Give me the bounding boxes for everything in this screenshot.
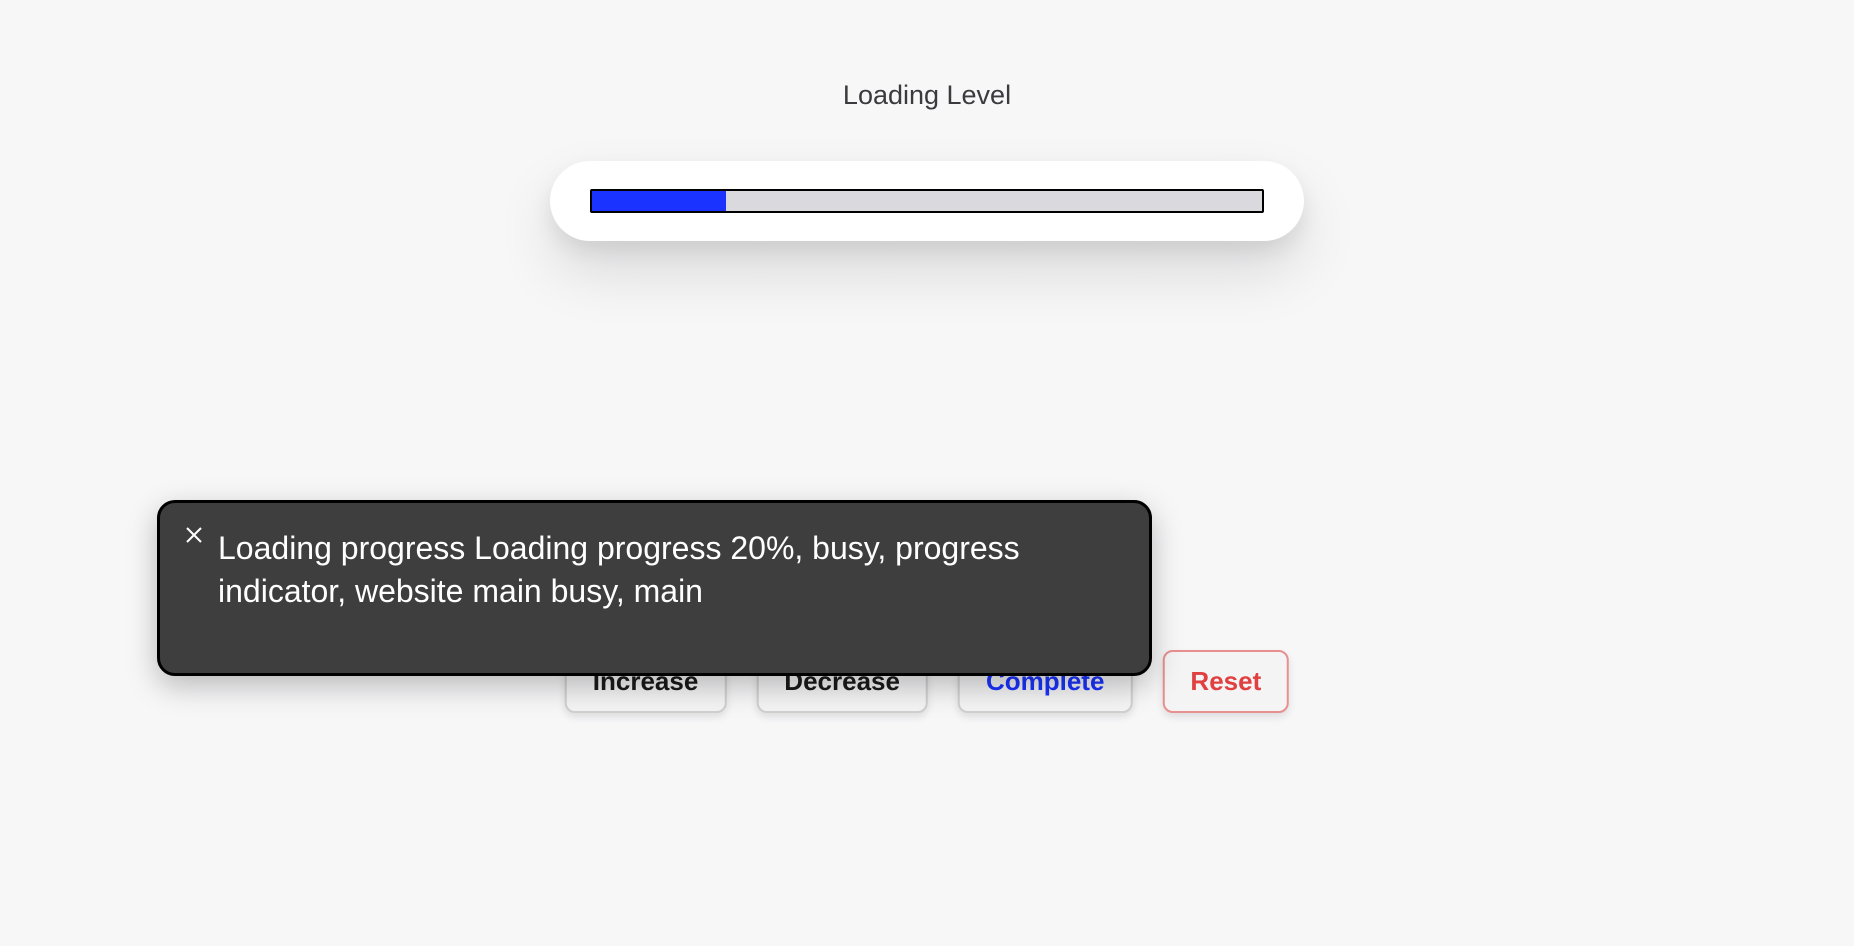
progress-bar-fill (592, 191, 726, 211)
main-container: Loading Level Increase Decrease Complete… (0, 0, 1854, 946)
close-icon[interactable] (182, 523, 206, 547)
page-title: Loading Level (843, 80, 1011, 111)
tooltip-text: Loading progress Loading progress 20%, b… (218, 527, 1119, 613)
progress-card (550, 161, 1304, 241)
progress-bar (590, 189, 1264, 213)
accessibility-tooltip: Loading progress Loading progress 20%, b… (157, 500, 1152, 676)
reset-button[interactable]: Reset (1162, 650, 1289, 713)
